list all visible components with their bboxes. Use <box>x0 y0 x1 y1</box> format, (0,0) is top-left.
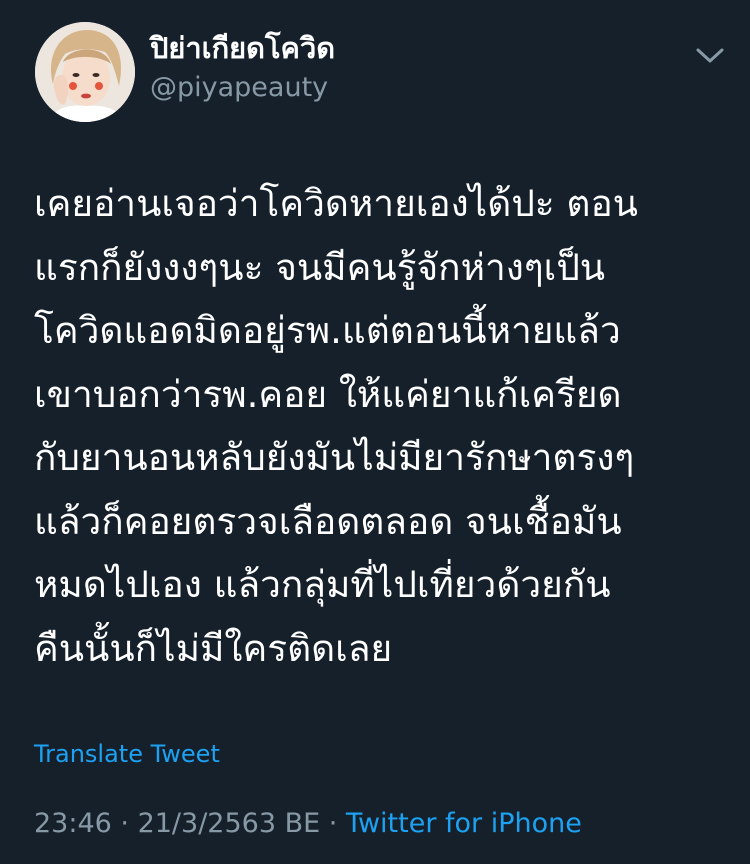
author-display-name[interactable]: ปิย่าเกียดโควิด <box>150 30 335 66</box>
tweet-source-link[interactable]: Twitter for iPhone <box>346 808 582 839</box>
meta-separator: · <box>320 808 346 839</box>
tweet-detail: ปิย่าเกียดโควิด @piyapeauty เคยอ่านเจอว่… <box>0 0 750 864</box>
avatar[interactable] <box>35 22 135 122</box>
translate-tweet-link[interactable]: Translate Tweet <box>34 738 220 770</box>
tweet-text-line: เคยอ่านเจอว่าโควิดหายเองได้ปะ ตอน <box>34 182 638 225</box>
tweet-text: เคยอ่านเจอว่าโควิดหายเองได้ปะ ตอน แรกก็ย… <box>34 172 724 680</box>
tweet-text-line: กับยานอนหลับยังมันไม่มียารักษาตรงๆ <box>34 436 635 479</box>
tweet-text-line: แรกก็ยังงงๆนะ จนมีคนรู้จักห่างๆเป็น <box>34 245 606 289</box>
tweet-text-line: โควิดแอดมิดอยู่รพ.แต่ตอนนี้หายแล้ว <box>34 309 621 352</box>
tweet-text-line: คืนนั้นก็ไม่มีใครติดเลย <box>34 626 393 670</box>
tweet-time: 23:46 <box>34 808 112 839</box>
meta-separator: · <box>111 808 138 839</box>
tweet-metadata: 23:46 · 21/3/2563 BE · Twitter for iPhon… <box>34 806 582 842</box>
avatar-image <box>35 22 135 122</box>
tweet-text-line: แล้วก็คอยตรวจเลือดตลอด จนเชื้อมัน <box>34 499 622 543</box>
chevron-down-icon[interactable] <box>690 40 730 70</box>
tweet-text-line: เขาบอกว่ารพ.คอย ให้แค่ยาแก้เครียด <box>34 372 622 416</box>
author-handle[interactable]: @piyapeauty <box>150 71 328 105</box>
tweet-text-line: หมดไปเอง แล้วกลุ่มที่ไปเที่ยวด้วยกัน <box>34 563 611 606</box>
tweet-date: 21/3/2563 BE <box>137 808 321 839</box>
